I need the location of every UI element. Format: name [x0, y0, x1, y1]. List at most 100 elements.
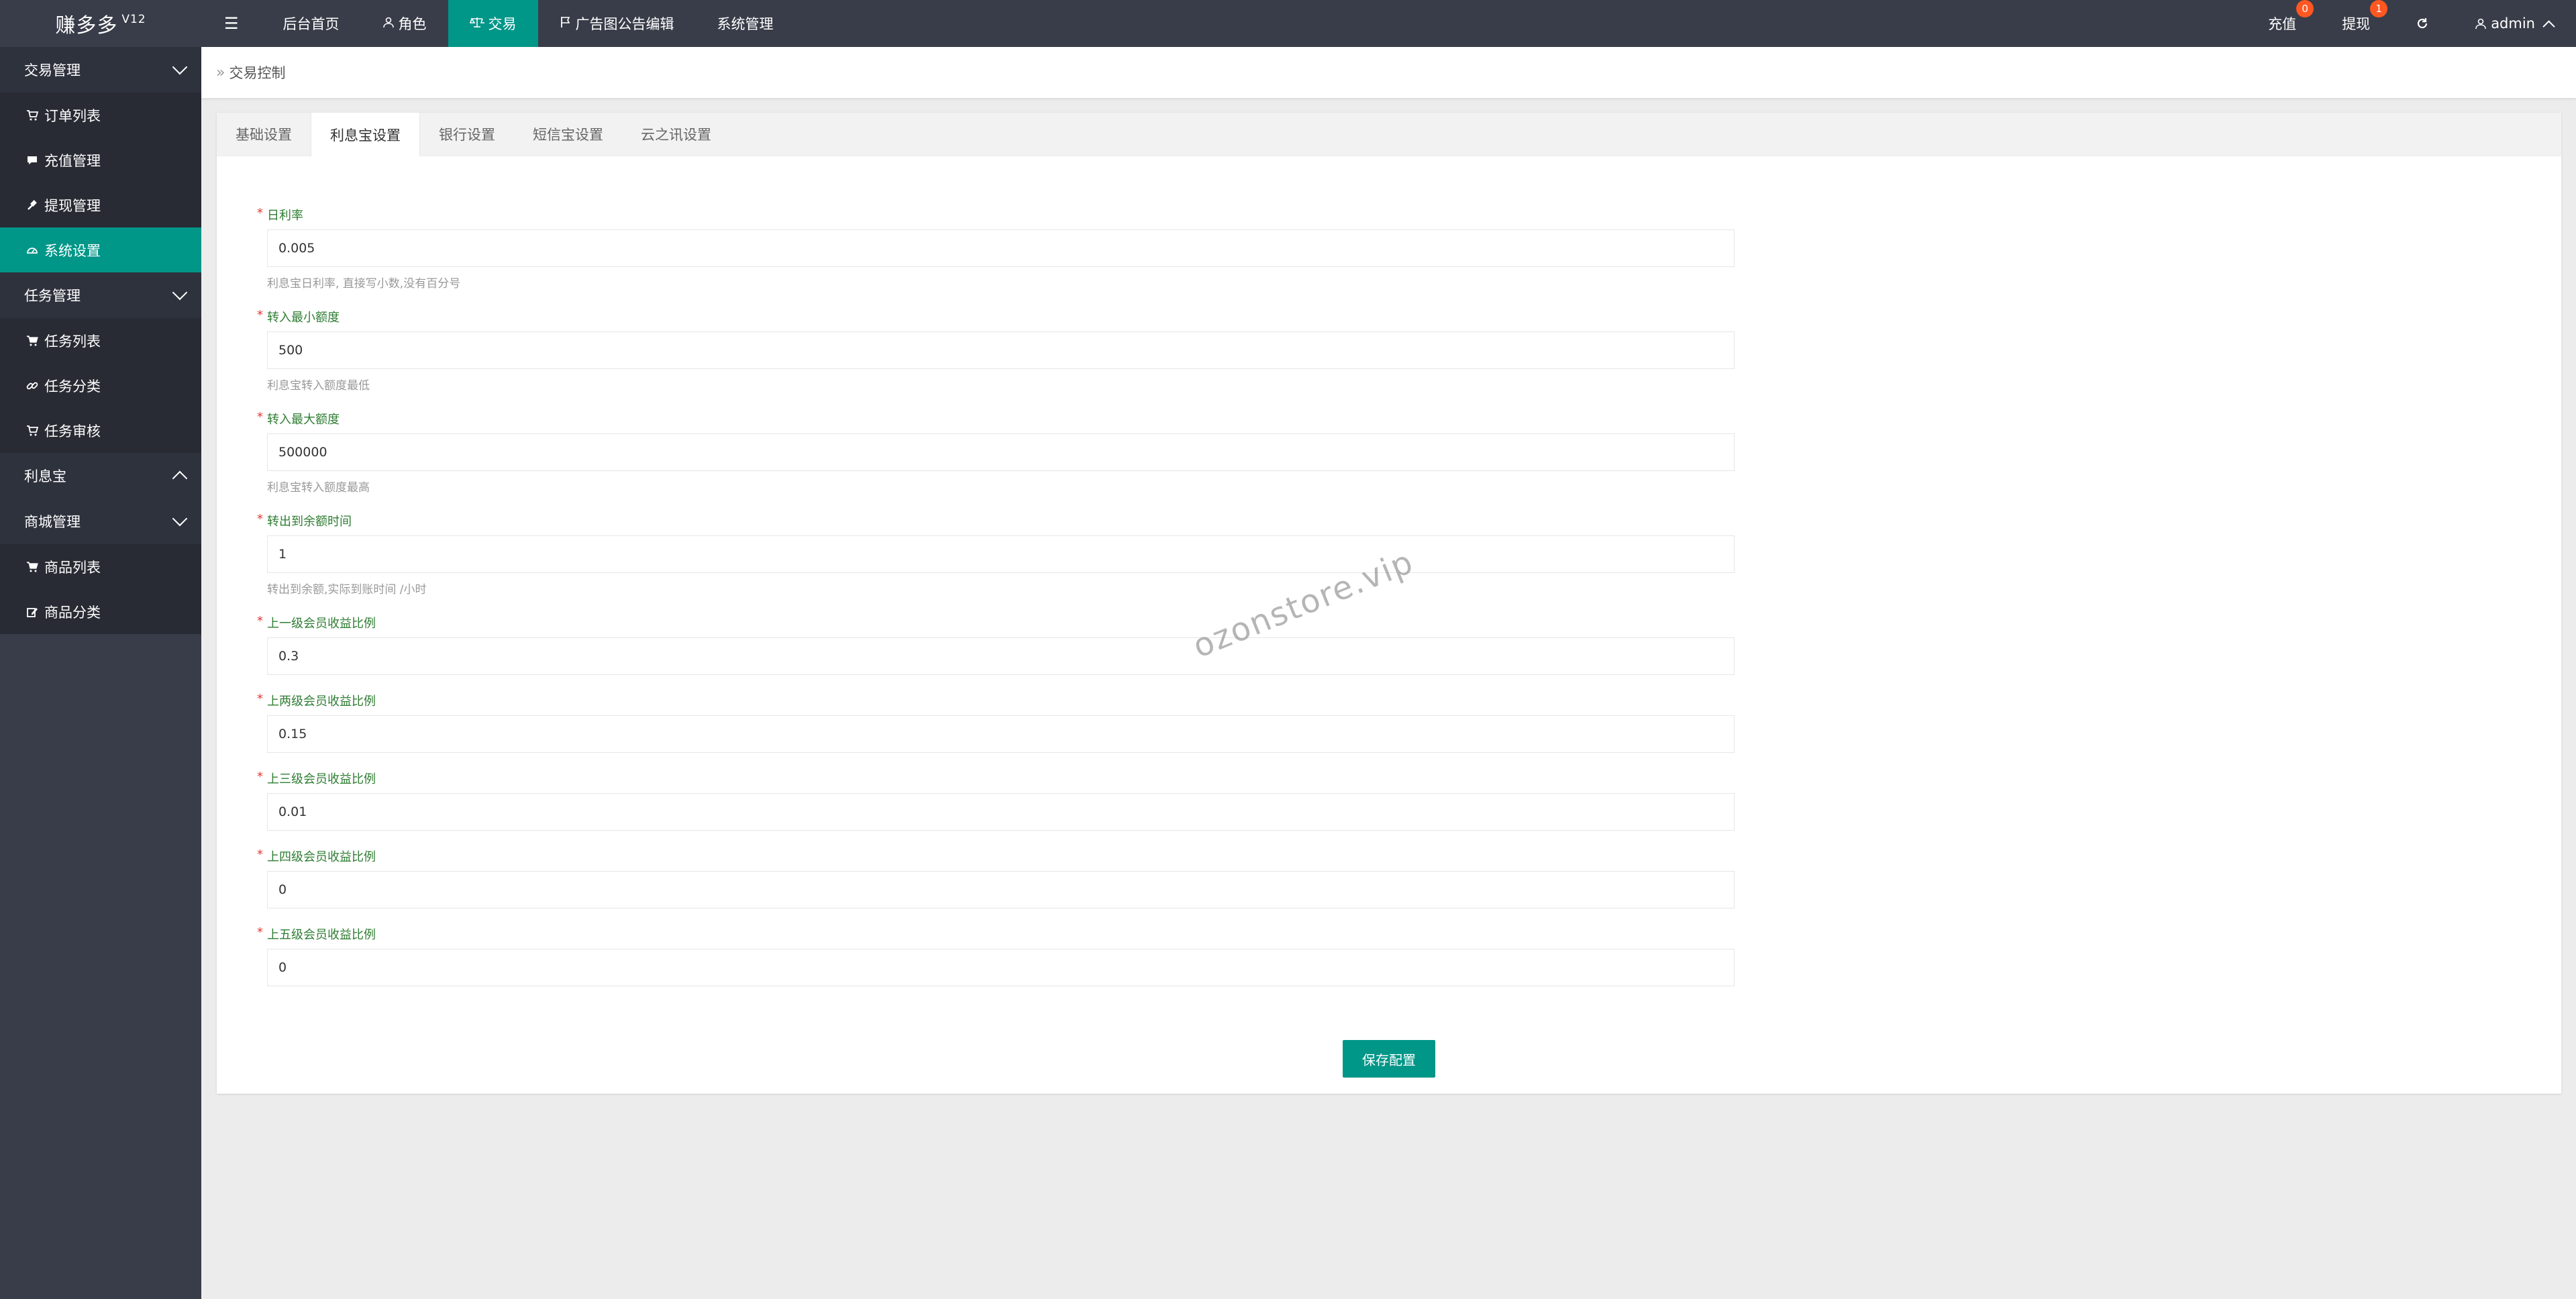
sidebar-item-orders[interactable]: 订单列表: [0, 93, 201, 138]
field-label: * 转出到余额时间: [257, 512, 1733, 530]
nav-role[interactable]: 角色: [361, 0, 448, 47]
field-label: * 上四级会员收益比例: [257, 847, 1733, 866]
field-hint: 利息宝日利率, 直接写小数,没有百分号: [267, 277, 461, 291]
sidebar-item-task-review[interactable]: 任务审核: [0, 408, 201, 453]
sidebar-menu: 交易管理 订单列表 充值管理 提现管理 系统设置 任务管理 任务列表 任务分类 …: [0, 47, 201, 634]
field-level4-ratio: * 上四级会员收益比例 0: [257, 847, 1735, 908]
top-nav: ☰ 后台首页 角色 交易 广告图公告编辑 系统管理: [201, 0, 795, 47]
sidebar-group-tasks[interactable]: 任务管理: [0, 272, 201, 318]
double-chevron-right-icon: »: [216, 64, 225, 81]
save-button[interactable]: 保存配置: [1343, 1040, 1435, 1078]
tab-sms[interactable]: 短信宝设置: [514, 113, 622, 156]
tab-yunzhixun[interactable]: 云之讯设置: [622, 113, 730, 156]
field-label: * 上五级会员收益比例: [257, 925, 1733, 943]
nav-ad-notice[interactable]: 广告图公告编辑: [538, 0, 696, 47]
max-deposit-input[interactable]: 500000: [267, 433, 1735, 471]
chevron-up-icon: [172, 470, 188, 486]
nav-trade[interactable]: 交易: [448, 0, 538, 47]
recharge-badge: 0: [2296, 0, 2314, 17]
required-mark: *: [257, 692, 263, 706]
sidebar-item-task-list[interactable]: 任务列表: [0, 318, 201, 363]
gavel-icon: [25, 199, 39, 211]
field-label: * 上三级会员收益比例: [257, 770, 1733, 788]
sidebar-item-label: 商品分类: [44, 604, 101, 621]
nav-label: 后台首页: [282, 16, 340, 32]
chevron-down-icon: [172, 284, 188, 301]
field-label-text: 上四级会员收益比例: [267, 850, 376, 864]
field-withdraw-time: * 转出到余额时间 1 转出到余额,实际到账时间 /小时: [257, 512, 1735, 596]
sidebar-item-label: 任务审核: [44, 423, 101, 439]
recharge-label: 充值: [2268, 16, 2297, 32]
tab-interest[interactable]: 利息宝设置: [311, 113, 420, 156]
edit-icon: [25, 606, 39, 618]
sidebar-item-products[interactable]: 商品列表: [0, 544, 201, 589]
sidebar-group-interest[interactable]: 利息宝: [0, 453, 201, 499]
field-label-text: 转入最大额度: [267, 413, 340, 427]
daily-rate-input[interactable]: 0.005: [267, 229, 1735, 267]
field-level1-ratio: * 上一级会员收益比例 0.3: [257, 614, 1735, 675]
field-label: * 上两级会员收益比例: [257, 692, 1733, 710]
user-icon: [382, 15, 395, 32]
sidebar-item-recharge[interactable]: 充值管理: [0, 138, 201, 183]
required-mark: *: [257, 308, 263, 322]
field-max-deposit: * 转入最大额度 500000 利息宝转入额度最高: [257, 410, 1735, 495]
chat-icon: [25, 154, 39, 166]
breadcrumb-label: 交易控制: [229, 65, 286, 81]
flag-icon: [560, 15, 572, 32]
field-label-text: 转出到余额时间: [267, 515, 352, 529]
nav-system[interactable]: 系统管理: [696, 0, 795, 47]
link-icon: [25, 380, 39, 392]
withdraw-link[interactable]: 提现 1: [2319, 0, 2393, 47]
level5-ratio-input[interactable]: 0: [267, 949, 1735, 986]
sidebar-group-label: 任务管理: [24, 288, 81, 304]
sidebar-item-task-category[interactable]: 任务分类: [0, 363, 201, 408]
sidebar-item-withdraw[interactable]: 提现管理: [0, 183, 201, 227]
withdraw-label: 提现: [2342, 16, 2371, 32]
sidebar-item-product-category[interactable]: 商品分类: [0, 589, 201, 634]
field-label: * 上一级会员收益比例: [257, 614, 1733, 632]
sidebar-item-label: 充值管理: [44, 152, 101, 169]
level1-ratio-input[interactable]: 0.3: [267, 637, 1735, 675]
required-mark: *: [257, 206, 263, 220]
nav-label: 交易: [488, 16, 517, 32]
user-name: admin: [2491, 15, 2535, 32]
top-bar: ☰ 后台首页 角色 交易 广告图公告编辑 系统管理 充值 0 提现 1 admi…: [201, 0, 2576, 47]
app-logo[interactable]: 赚多多 V12: [0, 0, 201, 47]
cart-icon: [25, 109, 39, 121]
dashboard-icon: [25, 244, 39, 256]
field-level5-ratio: * 上五级会员收益比例 0: [257, 925, 1735, 986]
field-label-text: 上一级会员收益比例: [267, 617, 376, 631]
required-mark: *: [257, 614, 263, 628]
field-label: * 日利率: [257, 206, 1733, 224]
tab-basic[interactable]: 基础设置: [217, 113, 311, 156]
menu-toggle-icon[interactable]: ☰: [201, 0, 262, 47]
required-mark: *: [257, 847, 263, 862]
recharge-link[interactable]: 充值 0: [2245, 0, 2319, 47]
cart-icon: [25, 425, 39, 437]
chevron-up-icon: [2542, 19, 2555, 33]
sidebar-item-settings[interactable]: 系统设置: [0, 227, 201, 272]
required-mark: *: [257, 925, 263, 939]
sidebar-group-mall[interactable]: 商城管理: [0, 499, 201, 544]
tab-bank[interactable]: 银行设置: [420, 113, 514, 156]
level4-ratio-input[interactable]: 0: [267, 871, 1735, 908]
sidebar-item-label: 任务分类: [44, 378, 101, 395]
field-label-text: 转入最小额度: [267, 311, 340, 325]
level3-ratio-input[interactable]: 0.01: [267, 793, 1735, 831]
field-min-deposit: * 转入最小额度 500 利息宝转入额度最低: [257, 308, 1735, 393]
nav-home[interactable]: 后台首页: [262, 0, 361, 47]
withdraw-time-input[interactable]: 1: [267, 535, 1735, 573]
user-menu[interactable]: admin: [2452, 0, 2576, 47]
chevron-down-icon: [172, 59, 188, 75]
settings-card: 基础设置 利息宝设置 银行设置 短信宝设置 云之讯设置 * 日利率 0.005 利…: [217, 113, 2561, 1094]
min-deposit-input[interactable]: 500: [267, 331, 1735, 369]
cart-icon: [25, 335, 39, 347]
breadcrumb: » 交易控制: [201, 47, 2576, 98]
refresh-icon[interactable]: [2393, 0, 2452, 47]
level2-ratio-input[interactable]: 0.15: [267, 715, 1735, 753]
logo-name: 赚多多: [55, 14, 118, 38]
sidebar-group-trade[interactable]: 交易管理: [0, 47, 201, 93]
field-hint: 利息宝转入额度最高: [267, 481, 370, 495]
field-hint: 转出到余额,实际到账时间 /小时: [267, 583, 427, 596]
field-hint: 利息宝转入额度最低: [267, 379, 370, 393]
